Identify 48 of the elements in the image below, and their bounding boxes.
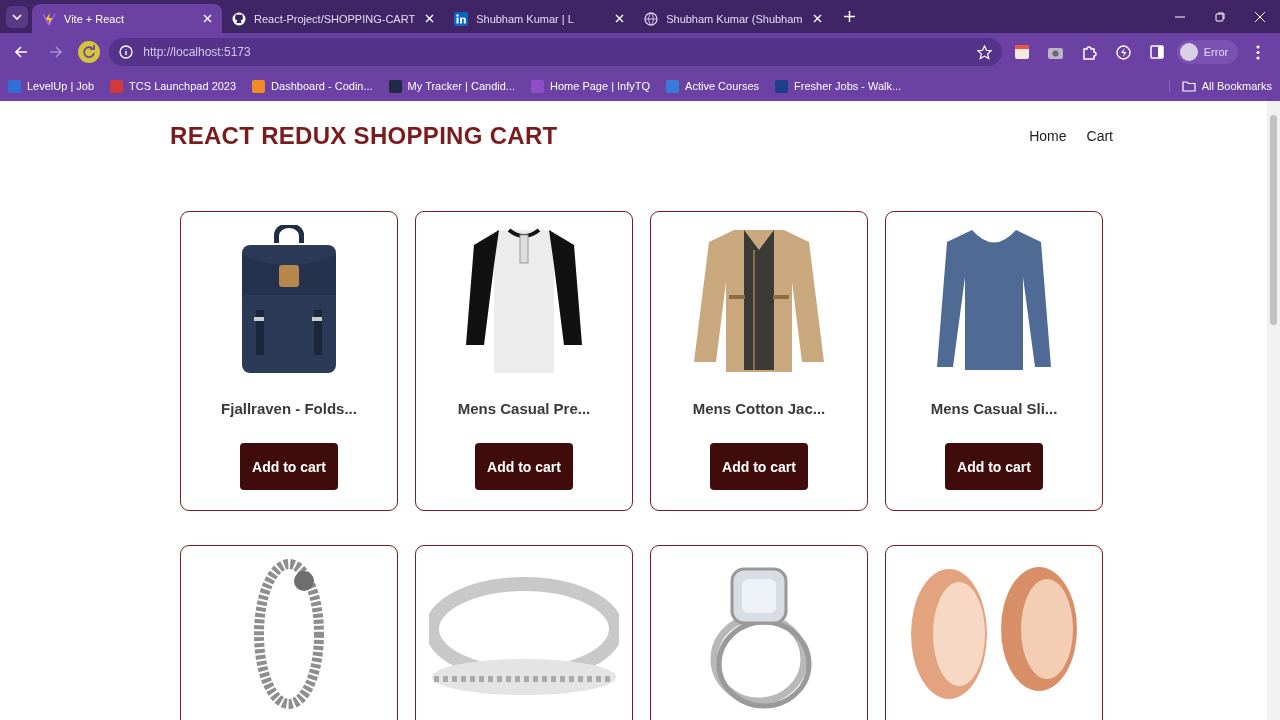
side-panel-icon[interactable] <box>1149 45 1164 59</box>
browser-tab[interactable]: React-Project/SHOPPING-CART <box>222 4 445 33</box>
in-logo-icon <box>454 11 469 26</box>
chevron-down-icon <box>12 14 22 20</box>
product-title: Mens Casual Pre... <box>457 400 591 417</box>
scrollbar-thumb[interactable] <box>1270 115 1277 325</box>
bookmark-link[interactable]: LevelUp | Job <box>8 79 95 93</box>
star-icon[interactable] <box>976 44 992 60</box>
bookmark-link[interactable]: Fresher Jobs - Walk... <box>775 79 902 93</box>
site-title: REACT REDUX SHOPPING CART <box>170 122 558 150</box>
bookmark-link[interactable]: Dashboard - Codin... <box>252 79 373 93</box>
nav-link[interactable]: Home <box>1029 128 1067 144</box>
bookmark-link[interactable]: Home Page | InfyTQ <box>531 79 651 93</box>
address-bar[interactable]: http://localhost:5173 <box>109 38 1002 66</box>
add-to-cart-button[interactable]: Add to cart <box>945 443 1043 490</box>
browser-tab[interactable]: Vite + React <box>32 4 222 33</box>
product-title: Mens Cotton Jac... <box>692 400 826 417</box>
product-title: Mens Casual Sli... <box>930 400 1058 417</box>
folder-icon <box>1181 80 1196 92</box>
browser-tab[interactable]: Shubham Kumar | L <box>444 4 635 33</box>
bookmark-link[interactable]: TCS Launchpad 2023 <box>110 79 237 93</box>
camera-icon[interactable] <box>1048 45 1064 59</box>
bookmark-link[interactable]: Active Courses <box>666 79 760 93</box>
url-text: http://localhost:5173 <box>143 45 252 59</box>
forward-arrow-icon[interactable] <box>49 46 63 58</box>
browser-tab[interactable]: Shubham Kumar (Shubham <box>634 4 832 33</box>
restore-icon[interactable] <box>1215 11 1225 22</box>
avatar-icon <box>1179 43 1198 61</box>
profile-button[interactable]: Error <box>1176 40 1239 64</box>
more-vertical-icon[interactable] <box>1256 44 1261 60</box>
add-to-cart-button[interactable]: Add to cart <box>475 443 573 490</box>
close-icon[interactable] <box>1255 11 1265 22</box>
add-to-cart-button[interactable]: Add to cart <box>240 443 338 490</box>
globe-icon <box>644 11 659 26</box>
add-to-cart-button[interactable]: Add to cart <box>710 443 808 490</box>
puzzle-piece-icon[interactable] <box>1081 44 1097 60</box>
cat-silhouette-icon <box>232 11 246 26</box>
all-bookmarks-button[interactable]: All Bookmarks <box>1168 80 1272 92</box>
product-title: Fjallraven - Folds... <box>221 400 357 417</box>
back-arrow-icon[interactable] <box>15 46 29 58</box>
tab-search-button[interactable] <box>6 6 28 28</box>
nav-link[interactable]: Cart <box>1086 128 1113 144</box>
lightning-circle-icon[interactable] <box>1115 44 1131 60</box>
info-icon <box>119 45 134 59</box>
lightning-icon <box>42 11 56 26</box>
calendar-icon[interactable] <box>1014 45 1029 59</box>
reload-icon[interactable] <box>77 40 102 64</box>
bookmark-link[interactable]: My Tracker | Candid... <box>388 79 515 93</box>
